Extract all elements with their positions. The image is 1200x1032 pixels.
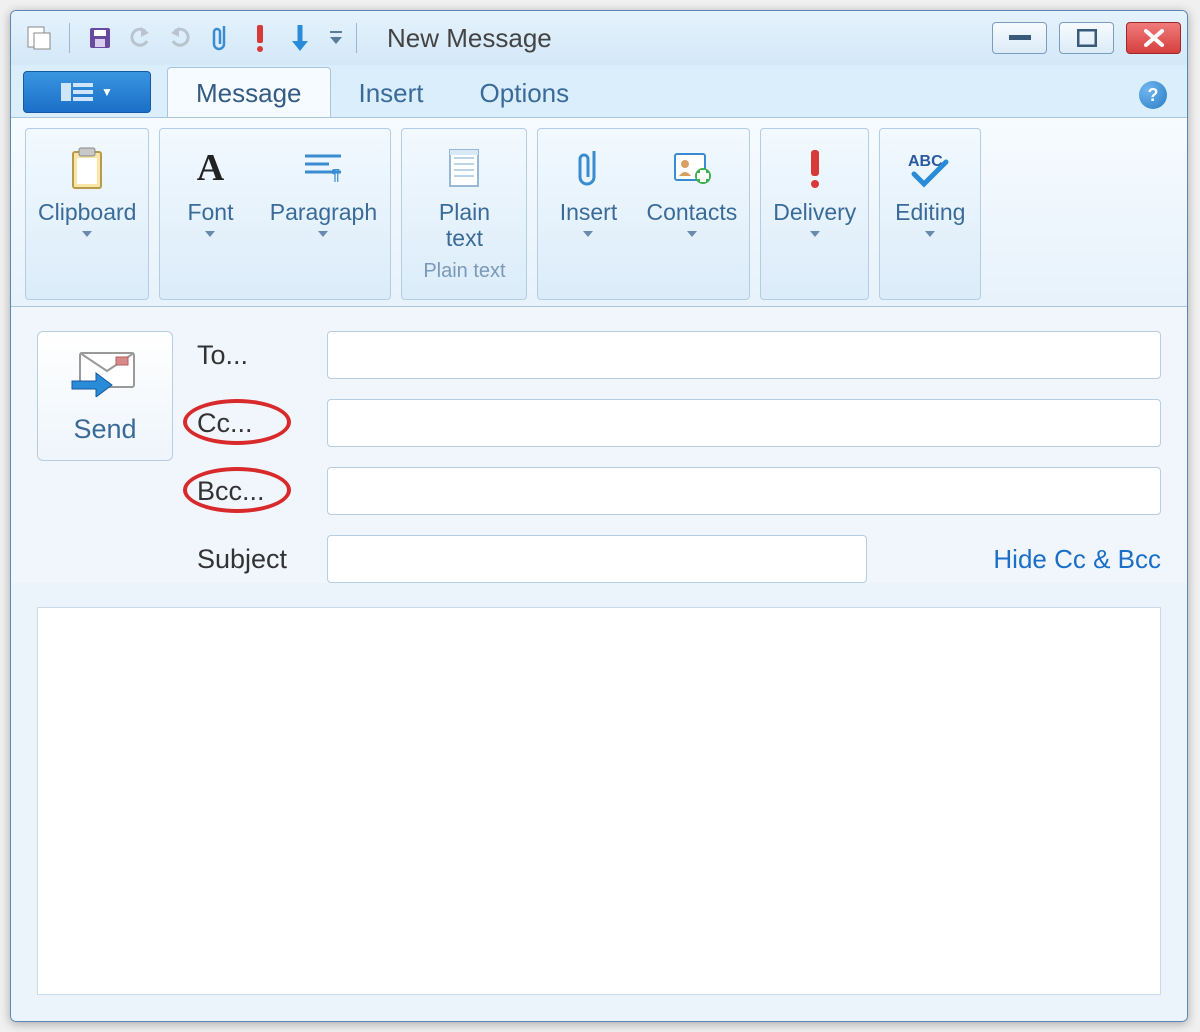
high-importance-icon[interactable] xyxy=(246,24,274,52)
message-body-area[interactable] xyxy=(37,607,1161,995)
font-button[interactable]: A Font xyxy=(162,137,258,241)
dropdown-caret-icon xyxy=(583,231,593,237)
delivery-button[interactable]: Delivery xyxy=(763,137,866,241)
quick-access-toolbar xyxy=(17,23,346,53)
ribbon-group-clipboard: Clipboard xyxy=(25,128,149,300)
new-document-icon[interactable] xyxy=(25,24,53,52)
document-icon xyxy=(446,143,482,193)
contacts-button[interactable]: Contacts xyxy=(636,137,747,241)
paragraph-label: Paragraph xyxy=(270,199,377,225)
editing-label: Editing xyxy=(895,199,965,225)
plaintext-button[interactable]: Plain text xyxy=(404,137,524,256)
maximize-button[interactable] xyxy=(1059,22,1114,54)
importance-icon xyxy=(806,143,824,193)
insert-label: Insert xyxy=(560,199,618,225)
app-menu-button[interactable]: ▼ xyxy=(23,71,151,113)
to-label-button[interactable]: To... xyxy=(197,340,309,371)
ribbon-group-insert: Insert Contacts xyxy=(537,128,750,300)
contacts-label: Contacts xyxy=(646,199,737,225)
minimize-button[interactable] xyxy=(992,22,1047,54)
titlebar: New Message xyxy=(11,11,1187,65)
help-icon[interactable]: ? xyxy=(1139,81,1167,109)
clipboard-icon xyxy=(69,143,105,193)
svg-text:¶: ¶ xyxy=(331,167,340,184)
send-envelope-icon xyxy=(70,347,140,404)
ribbon-group-editing: ABC Editing xyxy=(879,128,981,300)
close-button[interactable] xyxy=(1126,22,1181,54)
ribbon-group-delivery: Delivery xyxy=(760,128,869,300)
font-label: Font xyxy=(187,199,233,225)
subject-label: Subject xyxy=(197,544,309,575)
bcc-input[interactable] xyxy=(327,467,1161,515)
save-icon[interactable] xyxy=(86,24,114,52)
dropdown-caret-icon xyxy=(925,231,935,237)
compose-area: Send To... Cc... Bcc... xyxy=(11,307,1187,1021)
dropdown-caret-icon xyxy=(318,231,328,237)
attachment-icon[interactable] xyxy=(206,24,234,52)
to-input[interactable] xyxy=(327,331,1161,379)
dropdown-caret-icon xyxy=(205,231,215,237)
editing-button[interactable]: ABC Editing xyxy=(882,137,978,241)
qat-customize-icon[interactable] xyxy=(326,24,346,52)
send-label: Send xyxy=(73,414,136,445)
plaintext-group-label: Plain text xyxy=(423,256,505,287)
low-importance-icon[interactable] xyxy=(286,24,314,52)
plaintext-label: Plain text xyxy=(439,199,490,252)
contacts-icon xyxy=(671,143,713,193)
spellcheck-icon: ABC xyxy=(906,143,954,193)
tab-message[interactable]: Message xyxy=(167,67,331,117)
undo-icon[interactable] xyxy=(126,24,154,52)
paragraph-icon: ¶ xyxy=(303,143,343,193)
tab-options[interactable]: Options xyxy=(452,68,598,117)
dropdown-caret-icon xyxy=(810,231,820,237)
redo-icon[interactable] xyxy=(166,24,194,52)
cc-label-button[interactable]: Cc... xyxy=(197,408,309,439)
ribbon-group-plaintext: Plain text Plain text xyxy=(401,128,527,300)
tab-insert[interactable]: Insert xyxy=(331,68,452,117)
send-button[interactable]: Send xyxy=(37,331,173,461)
clipboard-label: Clipboard xyxy=(38,199,136,225)
font-icon: A xyxy=(197,143,224,193)
paperclip-icon xyxy=(576,143,600,193)
insert-button[interactable]: Insert xyxy=(540,137,636,241)
bcc-label-button[interactable]: Bcc... xyxy=(197,476,309,507)
paragraph-button[interactable]: ¶ Paragraph xyxy=(258,137,388,241)
ribbon: Clipboard A Font ¶ Paragraph xyxy=(11,117,1187,307)
clipboard-button[interactable]: Clipboard xyxy=(28,137,146,241)
hide-cc-bcc-link[interactable]: Hide Cc & Bcc xyxy=(993,544,1161,575)
window-title: New Message xyxy=(387,23,552,54)
subject-input[interactable] xyxy=(327,535,867,583)
dropdown-caret-icon xyxy=(82,231,92,237)
new-message-window: New Message ▼ Message Insert Options ? xyxy=(10,10,1188,1022)
separator xyxy=(356,23,357,53)
cc-input[interactable] xyxy=(327,399,1161,447)
ribbon-group-font: A Font ¶ Paragraph xyxy=(159,128,391,300)
delivery-label: Delivery xyxy=(773,199,856,225)
dropdown-caret-icon xyxy=(687,231,697,237)
separator xyxy=(69,23,70,53)
ribbon-tabs: ▼ Message Insert Options ? xyxy=(11,65,1187,117)
